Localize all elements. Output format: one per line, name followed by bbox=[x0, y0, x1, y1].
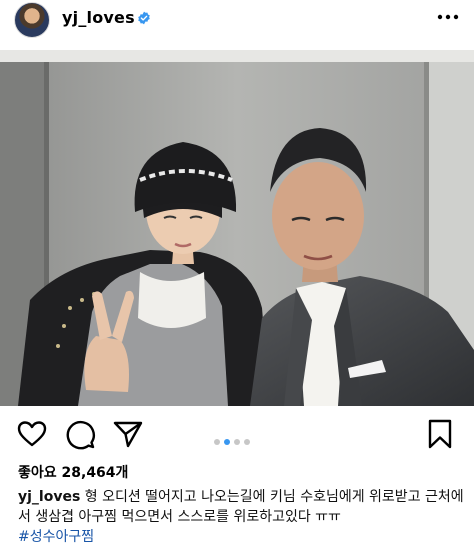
post-photo[interactable] bbox=[0, 50, 474, 406]
verified-badge-icon bbox=[138, 11, 150, 25]
comment-bubble-icon[interactable] bbox=[64, 418, 96, 450]
post-username[interactable]: yj_loves bbox=[62, 8, 135, 27]
bookmark-icon[interactable] bbox=[424, 418, 456, 450]
likes-count[interactable]: 좋아요 28,464개 bbox=[18, 462, 128, 482]
avatar[interactable] bbox=[14, 2, 50, 38]
carousel-dot bbox=[214, 439, 220, 445]
paper-plane-icon[interactable] bbox=[112, 418, 144, 450]
post-image bbox=[0, 50, 474, 406]
carousel-indicator bbox=[214, 430, 254, 445]
post-actions bbox=[0, 418, 474, 452]
caption-username[interactable]: yj_loves bbox=[18, 489, 80, 505]
more-options-icon[interactable] bbox=[436, 7, 460, 27]
carousel-dot-active bbox=[224, 439, 230, 445]
hashtag-link[interactable]: #성수아구찜 bbox=[18, 526, 94, 546]
carousel-dot bbox=[234, 439, 240, 445]
heart-icon[interactable] bbox=[16, 418, 48, 450]
post-caption: yj_loves 형 오디션 떨어지고 나오는길에 키님 수호님에게 위로받고 … bbox=[18, 487, 466, 527]
carousel-dot bbox=[244, 439, 250, 445]
caption-text: 형 오디션 떨어지고 나오는길에 키님 수호님에게 위로받고 근처에서 생삼겹 … bbox=[18, 489, 464, 525]
post-header: yj_loves bbox=[0, 0, 474, 38]
